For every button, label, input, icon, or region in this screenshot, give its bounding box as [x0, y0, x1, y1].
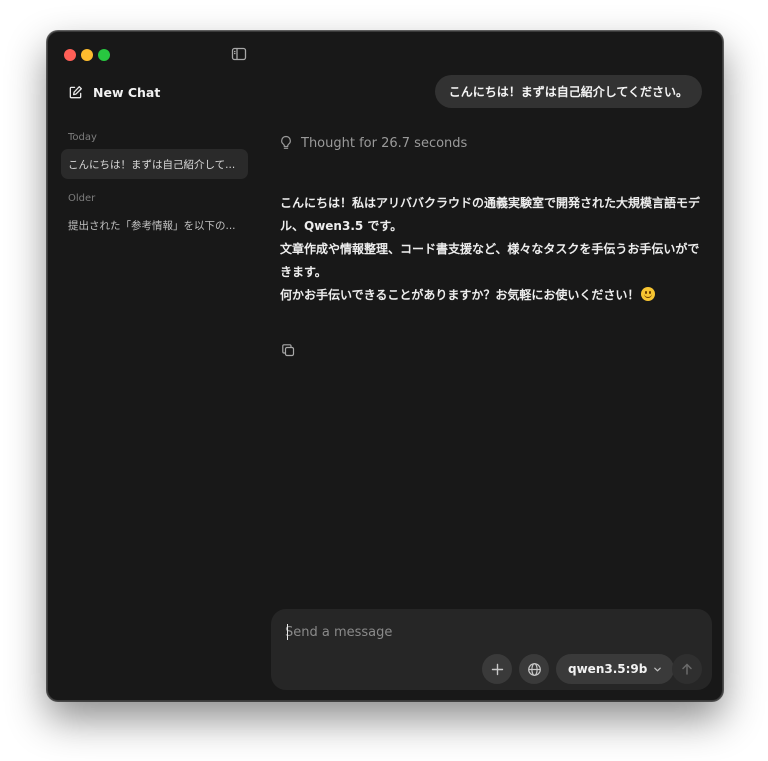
copy-icon[interactable]	[281, 343, 296, 358]
assistant-message: こんにちは！私はアリババクラウドの通義実験室で開発された大規模言語モデル、Qwe…	[280, 192, 705, 307]
history-item[interactable]: 提出された「参考情報」を以下の...	[61, 210, 248, 240]
chevron-down-icon	[654, 667, 662, 671]
history-item-active[interactable]: こんにちは！まずは自己紹介して...	[61, 149, 248, 179]
new-chat-label: New Chat	[93, 84, 161, 100]
sidebar-toggle-icon[interactable]	[231, 46, 247, 62]
message-input[interactable]	[285, 621, 685, 643]
section-label-today: Today	[68, 132, 97, 143]
user-message-bubble: こんにちは！まずは自己紹介してください。	[434, 75, 702, 108]
attach-button[interactable]	[482, 654, 512, 684]
thought-toggle[interactable]: Thought for 26.7 seconds	[279, 135, 467, 151]
maximize-window-button[interactable]	[98, 49, 110, 61]
section-label-older: Older	[68, 193, 96, 204]
model-name: qwen3.5:9b	[568, 662, 648, 676]
user-message-text: こんにちは！まずは自己紹介してください。	[448, 85, 688, 99]
arrow-up-icon	[682, 663, 692, 675]
text-caret	[287, 624, 288, 640]
assistant-line: 文章作成や情報整理、コード書支援など、様々なタスクを手伝うお手伝いができます。	[280, 242, 700, 279]
message-composer: qwen3.5:9b	[271, 609, 712, 690]
plus-icon	[491, 663, 503, 675]
app-window: New Chat Today こんにちは！まずは自己紹介して... Older …	[47, 31, 723, 701]
send-button[interactable]	[672, 654, 702, 684]
new-chat-button[interactable]: New Chat	[68, 82, 160, 102]
compose-icon	[69, 85, 82, 98]
smiling-face-emoji-icon	[641, 287, 656, 301]
minimize-window-button[interactable]	[81, 49, 93, 61]
close-window-button[interactable]	[64, 49, 76, 61]
web-search-button[interactable]	[519, 654, 549, 684]
thought-label: Thought for 26.7 seconds	[301, 135, 468, 151]
model-selector[interactable]: qwen3.5:9b	[556, 654, 675, 684]
lightbulb-icon	[281, 135, 291, 149]
assistant-line: 何かお手伝いできることがありますか？お気軽にお使いください！	[280, 288, 640, 302]
assistant-line: こんにちは！私はアリババクラウドの通義実験室で開発された大規模言語モデル、Qwe…	[280, 196, 701, 233]
assistant-line-with-emoji: 何かお手伝いできることがありますか？お気軽にお使いください！	[280, 284, 705, 307]
globe-icon	[527, 662, 541, 676]
